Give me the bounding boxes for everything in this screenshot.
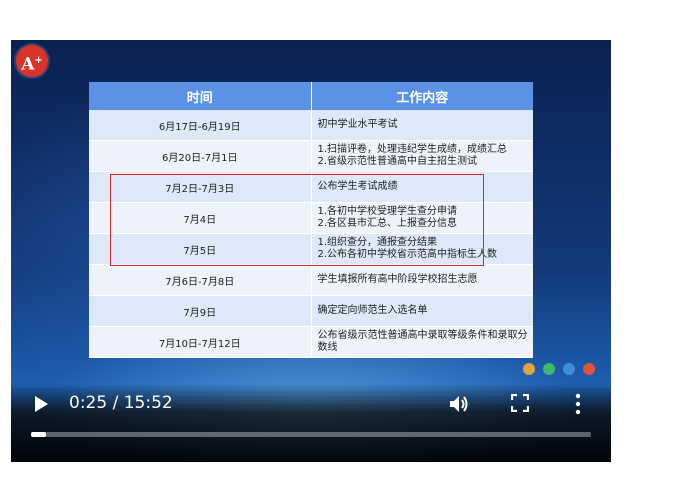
fullscreen-icon[interactable] xyxy=(511,394,529,412)
table-row: 6月20日-7月1日 1.扫描评卷，处理违纪学生成绩，成绩汇总 2.省级示范性普通高… xyxy=(89,140,533,172)
row-work: 公布学生考试成绩 xyxy=(311,171,533,203)
row-work: 1.扫描评卷，处理违纪学生成绩，成绩汇总 2.省级示范性普通高中自主招生测试 xyxy=(311,140,533,172)
work-line: 公布省级示范性普通高中录取等级条件和录取分数线 xyxy=(317,330,528,353)
decor-dots xyxy=(523,363,595,375)
decor-dot xyxy=(563,363,575,375)
row-work: 公布省级示范性普通高中录取等级条件和录取分数线 xyxy=(311,326,533,358)
row-time: 7月4日 xyxy=(89,202,312,234)
work-line: 2.公布各初中学校省示范高中指标生人数 xyxy=(317,249,498,260)
work-line: 确定定向师范生入选名单 xyxy=(317,305,428,316)
decor-dot xyxy=(543,363,555,375)
work-line: 1.组织查分，通报查分结果 xyxy=(317,237,438,248)
play-icon[interactable] xyxy=(33,395,49,413)
work-line: 公布学生考试成绩 xyxy=(317,181,398,192)
table-row: 7月9日 确定定向师范生入选名单 xyxy=(89,295,533,327)
row-time: 7月6日-7月8日 xyxy=(89,264,312,296)
row-time: 7月2日-7月3日 xyxy=(89,171,312,203)
progress-bar[interactable] xyxy=(31,432,591,437)
row-time: 7月5日 xyxy=(89,233,312,265)
work-line: 2.省级示范性普通高中自主招生测试 xyxy=(317,156,478,167)
table-header-work: 工作内容 xyxy=(311,82,533,110)
table-header-time: 时间 xyxy=(89,82,312,110)
row-work: 学生填报所有高中阶段学校招生志愿 xyxy=(311,264,533,296)
work-line: 1.扫描评卷，处理违纪学生成绩，成绩汇总 xyxy=(317,144,508,155)
table-row: 6月17日-6月19日 初中学业水平考试 xyxy=(89,110,533,141)
work-line: 学生填报所有高中阶段学校招生志愿 xyxy=(317,274,478,285)
decor-dot xyxy=(583,363,595,375)
progress-fill xyxy=(31,432,47,437)
work-line: 1.各初中学校受理学生查分申请 xyxy=(317,206,458,217)
schedule-table: 时间 工作内容 6月17日-6月19日 初中学业水平考试 6月20日-7月1日 1.扫… xyxy=(89,82,533,358)
table-row: 7月2日-7月3日 公布学生考试成绩 xyxy=(89,171,533,203)
volume-icon[interactable] xyxy=(448,393,470,415)
more-vertical-icon[interactable] xyxy=(572,393,584,415)
video-player[interactable]: A+ 时间 工作内容 6月17日-6月19日 初中学业水平考试 6月20日-7月1日… xyxy=(11,40,611,462)
row-time: 7月9日 xyxy=(89,295,312,327)
row-work: 初中学业水平考试 xyxy=(311,110,533,141)
player-controls: 0:25 / 15:52 xyxy=(11,385,611,462)
table-row: 7月5日 1.组织查分，通报查分结果 2.公布各初中学校省示范高中指标生人数 xyxy=(89,233,533,265)
decor-dot xyxy=(523,363,535,375)
row-work: 1.各初中学校受理学生查分申请 2.各区县市汇总、上报查分信息 xyxy=(311,202,533,234)
channel-logo: A+ xyxy=(16,45,48,77)
time-display: 0:25 / 15:52 xyxy=(69,393,173,413)
row-work: 1.组织查分，通报查分结果 2.公布各初中学校省示范高中指标生人数 xyxy=(311,233,533,265)
work-line: 2.各区县市汇总、上报查分信息 xyxy=(317,218,458,229)
row-time: 7月10日-7月12日 xyxy=(89,326,312,358)
row-time: 6月20日-7月1日 xyxy=(89,140,312,172)
row-work: 确定定向师范生入选名单 xyxy=(311,295,533,327)
work-line: 初中学业水平考试 xyxy=(317,119,398,130)
table-row: 7月4日 1.各初中学校受理学生查分申请 2.各区县市汇总、上报查分信息 xyxy=(89,202,533,234)
table-row: 7月10日-7月12日 公布省级示范性普通高中录取等级条件和录取分数线 xyxy=(89,326,533,358)
table-row: 7月6日-7月8日 学生填报所有高中阶段学校招生志愿 xyxy=(89,264,533,296)
row-time: 6月17日-6月19日 xyxy=(89,110,312,141)
